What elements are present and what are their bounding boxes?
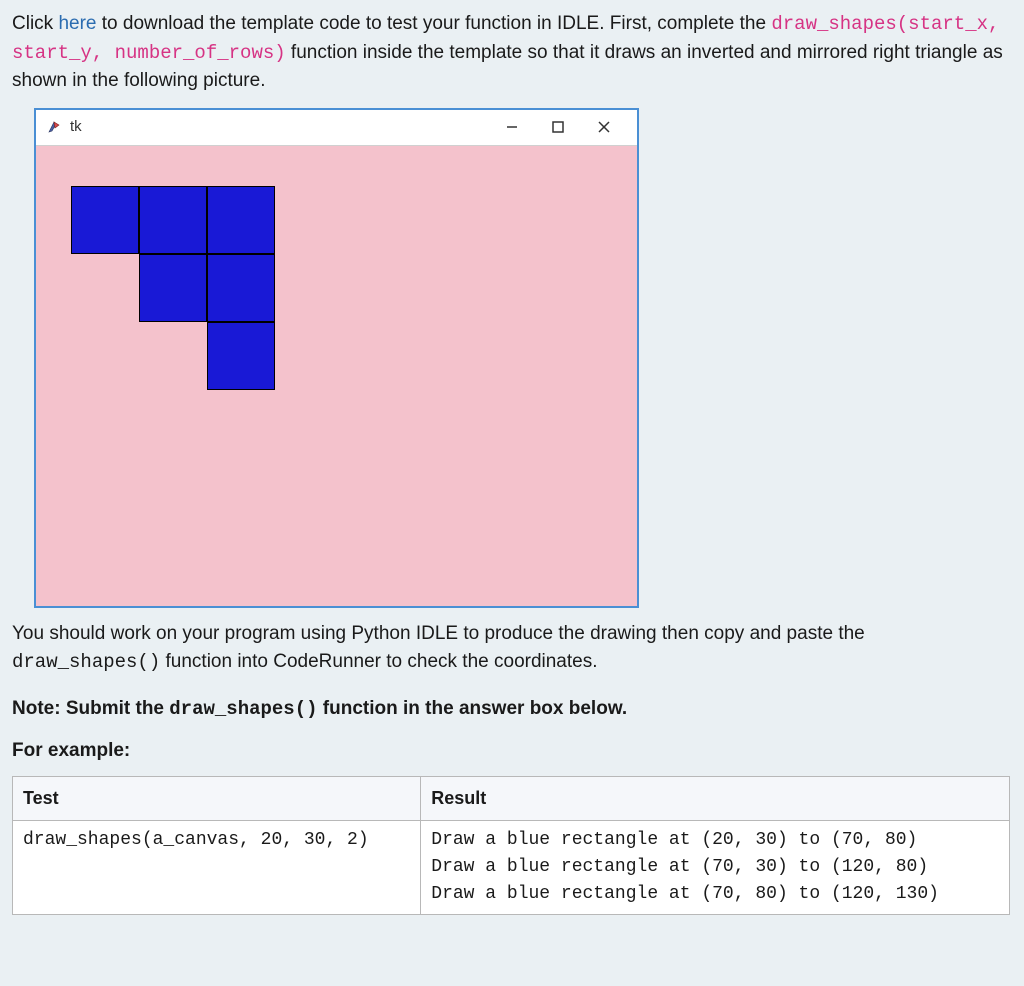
note-text-1: Note: Submit the (12, 698, 169, 719)
table-header-result: Result (421, 776, 1010, 820)
close-button[interactable] (581, 109, 627, 145)
blue-square (139, 254, 207, 322)
blue-square (139, 186, 207, 254)
download-link[interactable]: here (58, 13, 96, 34)
instructions-text-2: function into CodeRunner to check the co… (160, 651, 597, 672)
maximize-button[interactable] (535, 109, 581, 145)
table-cell-result: Draw a blue rectangle at (20, 30) to (70… (421, 820, 1010, 914)
blue-square (207, 322, 275, 390)
example-label: For example: (12, 737, 1012, 766)
instructions-text-1: You should work on your program using Py… (12, 623, 865, 644)
minimize-button[interactable] (489, 109, 535, 145)
blue-square (207, 186, 275, 254)
tk-feather-icon (46, 119, 62, 135)
instructions-paragraph: You should work on your program using Py… (12, 620, 1012, 677)
tk-window: tk (34, 108, 639, 608)
tk-titlebar: tk (36, 110, 637, 146)
example-table: Test Result draw_shapes(a_canvas, 20, 30… (12, 776, 1010, 915)
blue-square (71, 186, 139, 254)
table-cell-test: draw_shapes(a_canvas, 20, 30, 2) (13, 820, 421, 914)
note-text-2: function in the answer box below. (318, 698, 628, 719)
code-draw-shapes-2: draw_shapes() (169, 698, 317, 720)
table-header-test: Test (13, 776, 421, 820)
tk-canvas (36, 146, 637, 606)
intro-text-1: Click (12, 13, 58, 34)
blue-square (207, 254, 275, 322)
note-paragraph: Note: Submit the draw_shapes() function … (12, 695, 1012, 724)
table-row: draw_shapes(a_canvas, 20, 30, 2)Draw a b… (13, 820, 1010, 914)
intro-paragraph: Click here to download the template code… (12, 10, 1012, 96)
code-draw-shapes-1: draw_shapes() (12, 651, 160, 673)
intro-text-2: to download the template code to test yo… (96, 13, 771, 34)
tk-window-title: tk (70, 116, 82, 139)
